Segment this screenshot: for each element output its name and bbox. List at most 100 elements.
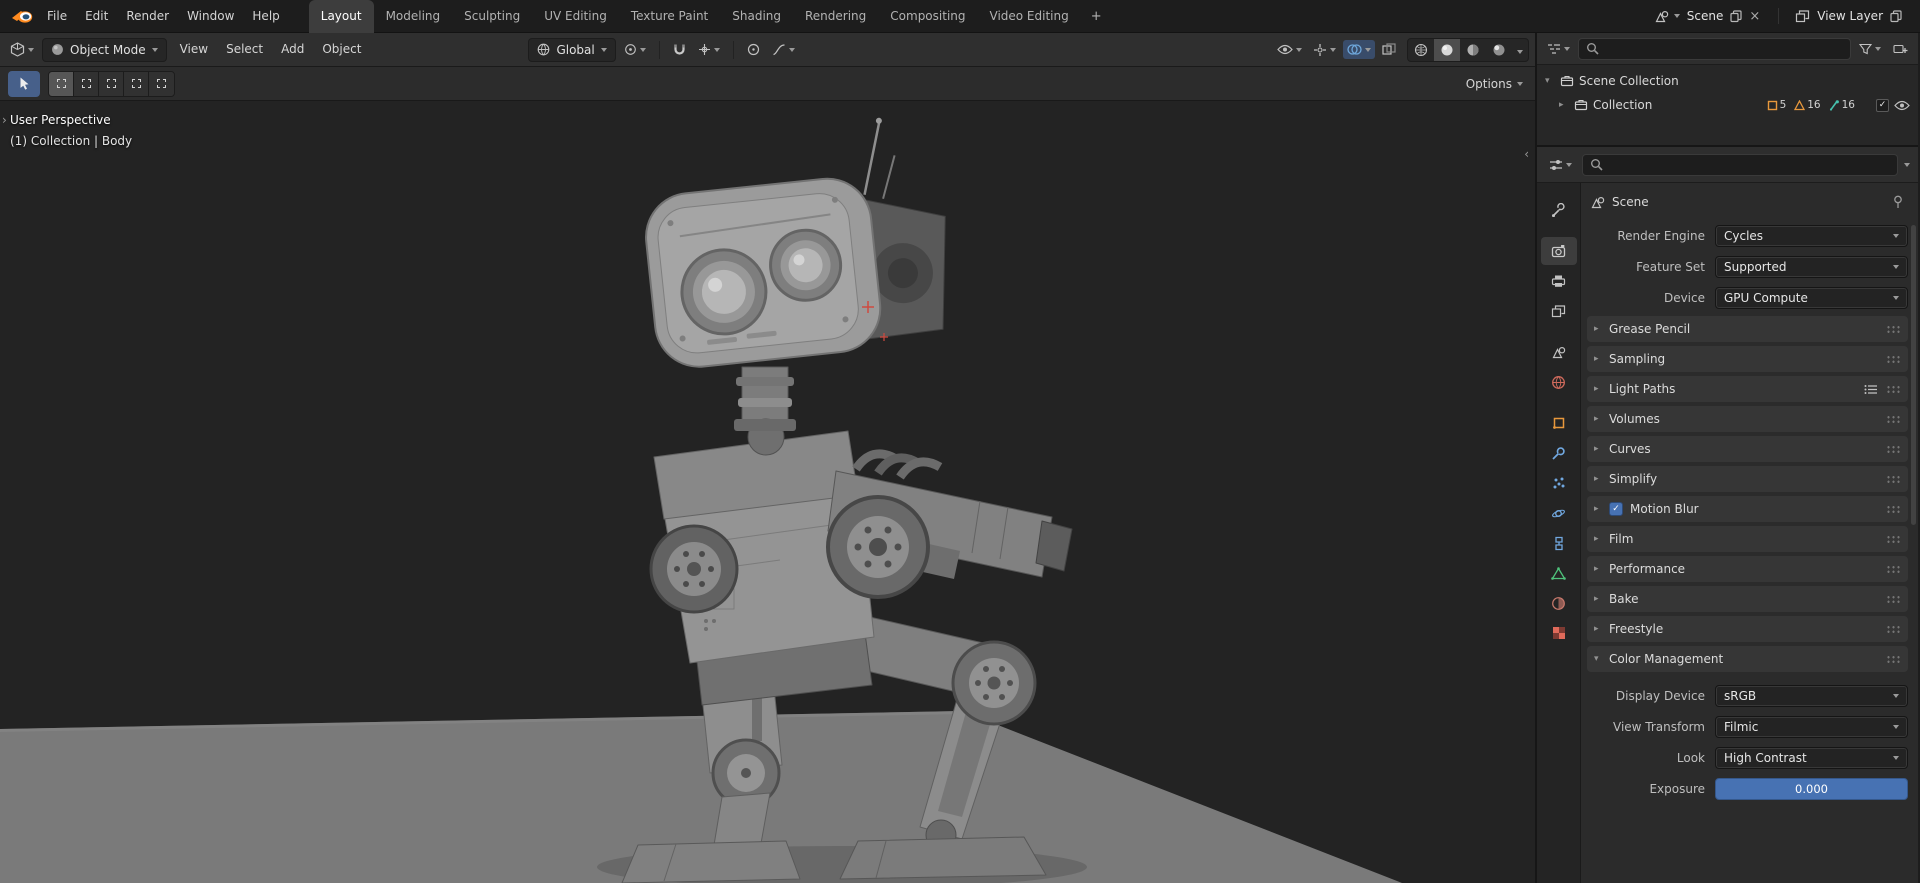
expand-arrow-icon[interactable]: ▾: [1545, 76, 1555, 86]
toggle-xray-button[interactable]: [1378, 40, 1400, 59]
menubar-item-render[interactable]: Render: [117, 0, 178, 32]
workspace-tab-video-editing[interactable]: Video Editing: [978, 0, 1081, 33]
select-mode-button[interactable]: [124, 71, 149, 96]
modifiers-properties-tab[interactable]: [1541, 439, 1577, 467]
snapping-dropdown[interactable]: [694, 40, 724, 59]
workspace-tab-texture-paint[interactable]: Texture Paint: [619, 0, 720, 33]
scene-selector[interactable]: Scene ×: [1649, 7, 1769, 26]
panel-film[interactable]: ▸ Film: [1587, 526, 1908, 552]
scene-name-field[interactable]: Scene: [1687, 9, 1724, 23]
sidebar-toggle-arrow[interactable]: ‹: [1524, 147, 1529, 161]
outliner-row-collection[interactable]: ▸ Collection 5 16 16 ✓: [1541, 93, 1914, 117]
outliner-search-input[interactable]: [1578, 37, 1851, 60]
view-layer-selector[interactable]: View Layer: [1789, 7, 1908, 25]
panel-volumes[interactable]: ▸ Volumes: [1587, 406, 1908, 432]
active-tool-button[interactable]: [8, 70, 40, 97]
options-button[interactable]: Options: [1466, 77, 1512, 91]
scrollbar[interactable]: [1911, 225, 1916, 525]
physics-properties-tab[interactable]: [1541, 499, 1577, 527]
outliner-filter-dropdown[interactable]: [1855, 40, 1885, 58]
new-view-layer-button[interactable]: [1890, 9, 1902, 23]
pin-icon[interactable]: [1892, 195, 1904, 209]
viewport-menu-select[interactable]: Select: [217, 33, 272, 66]
exposure-slider[interactable]: 0.000: [1715, 778, 1908, 800]
viewport-editor-type-button[interactable]: [6, 39, 38, 60]
new-collection-button[interactable]: [1889, 39, 1912, 58]
panel-grease-pencil[interactable]: ▸ Grease Pencil: [1587, 316, 1908, 342]
panel-curves[interactable]: ▸ Curves: [1587, 436, 1908, 462]
new-scene-button[interactable]: [1730, 9, 1742, 23]
select-mode-button[interactable]: [49, 71, 74, 96]
panel-color-management[interactable]: ▾ Color Management: [1587, 646, 1908, 672]
properties-search-input[interactable]: [1582, 153, 1898, 176]
outliner-row-scene-collection[interactable]: ▾ Scene Collection: [1541, 69, 1914, 93]
workspace-tab-sculpting[interactable]: Sculpting: [452, 0, 532, 33]
toolbar-toggle-arrow[interactable]: ›: [2, 113, 7, 127]
proportional-editing-toggle[interactable]: [743, 40, 764, 59]
transform-orientation-dropdown[interactable]: Global: [528, 37, 616, 62]
menubar-item-help[interactable]: Help: [243, 0, 288, 32]
panel-freestyle[interactable]: ▸ Freestyle: [1587, 616, 1908, 642]
render-engine-dropdown[interactable]: Cycles: [1715, 225, 1908, 247]
constraints-properties-tab[interactable]: [1541, 529, 1577, 557]
panel-bake[interactable]: ▸ Bake: [1587, 586, 1908, 612]
viewport-canvas[interactable]: User Perspective (1) Collection | Body ›…: [0, 101, 1535, 883]
visibility-eye-icon[interactable]: [1894, 100, 1910, 111]
object-data-properties-tab[interactable]: [1541, 559, 1577, 587]
select-mode-button[interactable]: [99, 71, 124, 96]
blender-logo-icon[interactable]: [10, 7, 34, 25]
viewport-menu-object[interactable]: Object: [313, 33, 370, 66]
workspace-tab-rendering[interactable]: Rendering: [793, 0, 878, 33]
particles-properties-tab[interactable]: [1541, 469, 1577, 497]
look-dropdown[interactable]: High Contrast: [1715, 747, 1908, 769]
unlink-scene-button[interactable]: ×: [1747, 9, 1762, 24]
panel-motion-blur[interactable]: ▸ ✓ Motion Blur: [1587, 496, 1908, 522]
outliner-editor-type-button[interactable]: [1543, 40, 1574, 58]
shading-material-button[interactable]: [1460, 39, 1486, 61]
snap-toggle-button[interactable]: [669, 40, 690, 60]
proportional-falloff-dropdown[interactable]: [768, 40, 799, 59]
panel-simplify[interactable]: ▸ Simplify: [1587, 466, 1908, 492]
render-properties-tab[interactable]: [1540, 237, 1577, 265]
view-layer-name-field[interactable]: View Layer: [1817, 9, 1883, 23]
shading-wireframe-button[interactable]: [1408, 39, 1434, 61]
feature-set-dropdown[interactable]: Supported: [1715, 256, 1908, 278]
collection-checkbox[interactable]: ✓: [1876, 98, 1889, 112]
menubar-item-window[interactable]: Window: [178, 0, 243, 32]
workspace-tab-compositing[interactable]: Compositing: [878, 0, 977, 33]
device-dropdown[interactable]: GPU Compute: [1715, 287, 1908, 309]
shading-solid-button[interactable]: [1434, 38, 1460, 61]
properties-editor-type-button[interactable]: [1545, 156, 1576, 174]
motion-blur-checkbox[interactable]: ✓: [1609, 502, 1623, 516]
expand-arrow-icon[interactable]: ▸: [1559, 100, 1569, 110]
properties-options-chevron[interactable]: [1904, 162, 1910, 167]
viewport-menu-view[interactable]: View: [171, 33, 217, 66]
select-mode-button[interactable]: [74, 71, 99, 96]
shading-rendered-button[interactable]: [1486, 39, 1512, 61]
pivot-point-dropdown[interactable]: [620, 40, 650, 59]
object-properties-tab[interactable]: [1541, 409, 1577, 437]
select-mode-button[interactable]: [149, 71, 174, 96]
menubar-item-edit[interactable]: Edit: [76, 0, 117, 32]
workspace-tab-modeling[interactable]: Modeling: [374, 0, 453, 33]
object-visibility-dropdown[interactable]: [1273, 41, 1306, 58]
show-overlays-dropdown[interactable]: [1343, 40, 1375, 59]
add-workspace-button[interactable]: +: [1081, 0, 1112, 33]
view-transform-dropdown[interactable]: Filmic: [1715, 716, 1908, 738]
tool-properties-tab[interactable]: [1541, 196, 1577, 224]
menubar-item-file[interactable]: File: [38, 0, 76, 32]
mode-dropdown[interactable]: Object Mode: [42, 37, 167, 62]
scene-properties-tab[interactable]: [1541, 338, 1577, 366]
panel-sampling[interactable]: ▸ Sampling: [1587, 346, 1908, 372]
material-properties-tab[interactable]: [1541, 589, 1577, 617]
workspace-tab-shading[interactable]: Shading: [720, 0, 793, 33]
world-properties-tab[interactable]: [1541, 368, 1577, 396]
output-properties-tab[interactable]: [1541, 267, 1577, 295]
view-layer-properties-tab[interactable]: [1541, 297, 1577, 325]
light-paths-presets-icon[interactable]: [1864, 384, 1878, 395]
show-gizmo-dropdown[interactable]: [1309, 40, 1340, 60]
display-device-dropdown[interactable]: sRGB: [1715, 685, 1908, 707]
viewport-menu-add[interactable]: Add: [272, 33, 313, 66]
shading-dropdown[interactable]: [1512, 43, 1528, 57]
panel-light-paths[interactable]: ▸ Light Paths: [1587, 376, 1908, 402]
